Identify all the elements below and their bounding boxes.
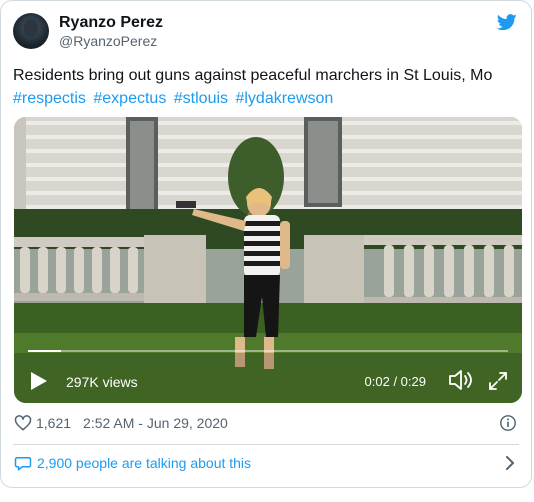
avatar[interactable] (13, 13, 49, 49)
play-icon[interactable] (30, 371, 48, 391)
hashtag-link[interactable]: #respectis (13, 90, 86, 107)
heart-icon[interactable] (14, 414, 32, 432)
volume-icon[interactable] (448, 369, 474, 391)
divider (13, 444, 519, 445)
progress-bar[interactable] (28, 350, 508, 352)
twitter-bird-icon[interactable] (497, 14, 517, 31)
video-player[interactable]: 297K views 0:02 / 0:29 (14, 117, 522, 403)
progress-fill (28, 350, 62, 352)
tweet-timestamp[interactable]: 2:52 AM - Jun 29, 2020 (83, 415, 228, 431)
hashtag-link[interactable]: #lydakrewson (235, 90, 333, 107)
author-handle[interactable]: @RyanzoPerez (59, 33, 157, 50)
fullscreen-icon[interactable] (488, 371, 508, 391)
hashtag-link[interactable]: #expectus (93, 90, 166, 107)
tweet-body: Residents bring out guns against peacefu… (13, 67, 493, 84)
author-name[interactable]: Ryanzo Perez (59, 13, 163, 32)
tweet-meta: 1,621 2:52 AM - Jun 29, 2020 (14, 413, 228, 433)
conversation-label: 2,900 people are talking about this (37, 455, 252, 471)
tweet-text: Residents bring out guns against peacefu… (13, 64, 523, 110)
like-count[interactable]: 1,621 (36, 415, 71, 431)
chevron-right-icon[interactable] (503, 455, 517, 471)
view-count: 297K views (66, 374, 138, 390)
tweet-card[interactable]: Ryanzo Perez @RyanzoPerez Residents brin… (0, 0, 532, 488)
info-icon[interactable] (499, 414, 517, 432)
speech-bubble-icon (14, 457, 32, 471)
conversation-link[interactable]: 2,900 people are talking about this (14, 454, 251, 472)
hashtag-list: #respectis #expectus #stlouis #lydakrews… (13, 87, 523, 110)
video-time: 0:02 / 0:29 (364, 374, 426, 389)
video-frame (14, 117, 522, 403)
hashtag-link[interactable]: #stlouis (174, 90, 228, 107)
